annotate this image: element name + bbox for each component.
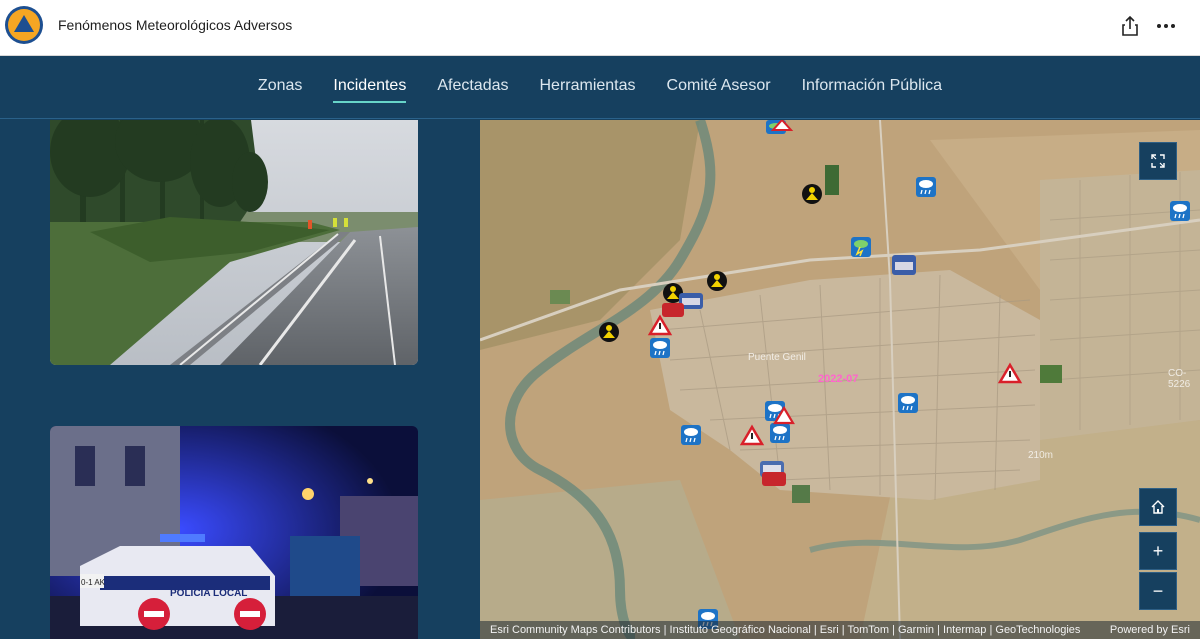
road-works-marker[interactable]: [802, 184, 822, 204]
rain-marker[interactable]: [898, 393, 918, 413]
zoom-in-label: +: [1152, 540, 1164, 561]
home-extent-button[interactable]: [1139, 488, 1177, 526]
tab-comité-asesor[interactable]: Comité Asesor: [667, 77, 771, 103]
hazard-warning-marker[interactable]: [739, 424, 765, 446]
share-icon[interactable]: [1120, 15, 1140, 37]
app-header: Fenómenos Meteorológicos Adversos: [0, 0, 1200, 56]
police-night-photo: POLICIA LOCAL 0-1 AK: [50, 426, 418, 639]
license-plate: 0-1 AK: [81, 578, 106, 587]
vehicle-incident-marker[interactable]: [892, 255, 916, 275]
tab-información-pública[interactable]: Información Pública: [802, 77, 943, 103]
zoom-in-button[interactable]: +: [1139, 532, 1177, 570]
tab-afectadas[interactable]: Afectadas: [437, 77, 508, 103]
hazard-warning-marker[interactable]: [647, 314, 673, 336]
tab-herramientas[interactable]: Herramientas: [539, 77, 635, 103]
home-icon: [1151, 500, 1165, 514]
more-options-icon[interactable]: [1155, 15, 1177, 37]
zoom-out-label: −: [1152, 580, 1164, 601]
rain-marker[interactable]: [1170, 201, 1190, 221]
incidents-map[interactable]: Puente Genil 2022-07 210m CO-5226 + − Es…: [480, 120, 1200, 639]
fallen-trees-road-photo: [50, 120, 418, 365]
rain-marker[interactable]: [770, 423, 790, 443]
vehicle-incident-marker[interactable]: [662, 303, 684, 317]
hazard-warning-marker[interactable]: [997, 362, 1023, 384]
section-nav: Zonas Incidentes Afectadas Herramientas Comi…: [0, 57, 1200, 119]
map-attribution: Esri Community Maps Contributors | Insti…: [480, 621, 1200, 639]
storm-marker[interactable]: [851, 237, 871, 257]
incident-photos-column: POLICIA LOCAL 0-1 AK: [0, 120, 480, 639]
rain-marker[interactable]: [916, 177, 936, 197]
police-vehicle-label: POLICIA LOCAL: [170, 588, 247, 599]
vehicle-incident-marker[interactable]: [762, 472, 786, 486]
road-works-marker[interactable]: [707, 271, 727, 291]
powered-by-esri-link[interactable]: Powered by Esri: [1110, 621, 1190, 639]
zoom-out-button[interactable]: −: [1139, 572, 1177, 610]
road-works-marker[interactable]: [599, 322, 619, 342]
tab-zonas[interactable]: Zonas: [258, 77, 302, 103]
attribution-text: Esri Community Maps Contributors | Insti…: [490, 624, 1081, 636]
incident-markers-layer[interactable]: [480, 120, 1200, 639]
nav-tabs: Zonas Incidentes Afectadas Herramientas Comi…: [0, 77, 1200, 103]
tab-incidentes[interactable]: Incidentes: [333, 77, 407, 103]
expand-icon: [1151, 154, 1165, 168]
civil-protection-logo: [5, 6, 43, 44]
rain-marker[interactable]: [681, 425, 701, 445]
rain-marker[interactable]: [650, 338, 670, 358]
app-title: Fenómenos Meteorológicos Adversos: [58, 17, 293, 33]
fullscreen-button[interactable]: [1139, 142, 1177, 180]
